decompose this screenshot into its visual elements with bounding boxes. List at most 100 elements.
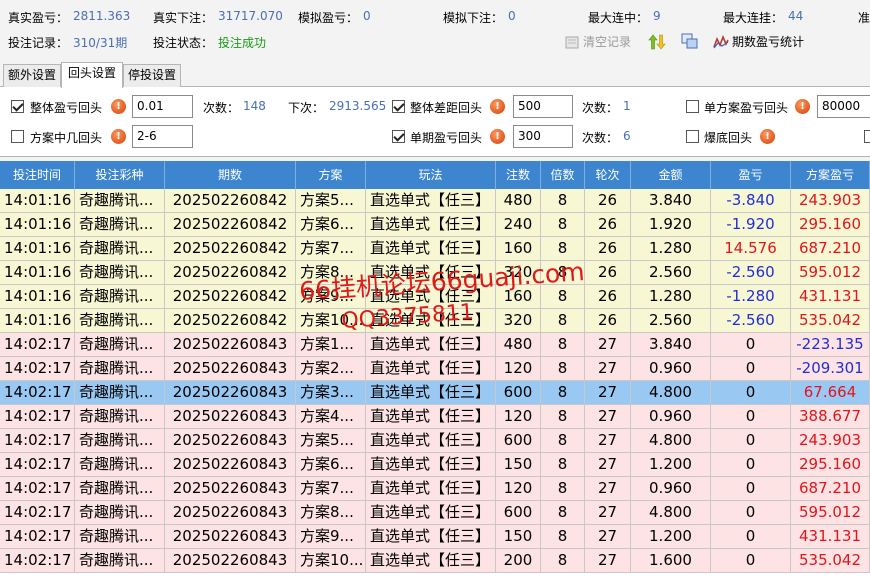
status-label: 投注状态：: [153, 36, 214, 50]
cell-lottery: 奇趣腾讯...: [75, 477, 165, 501]
table-row[interactable]: 14:02:17 奇趣腾讯... 202502260843 方案1... 直选单式【任三…: [0, 333, 870, 357]
header-play[interactable]: 玩法: [366, 161, 496, 189]
cell-profit: -1.920: [711, 213, 791, 237]
tab-extra-settings[interactable]: 额外设置: [3, 64, 61, 87]
cell-lottery: 奇趣腾讯...: [75, 333, 165, 357]
tab-turnback-settings[interactable]: 回头设置: [61, 62, 123, 88]
header-plan-profit[interactable]: 方案盈亏: [791, 161, 870, 189]
cell-play: 直选单式【任三】: [366, 261, 496, 285]
table-row[interactable]: 14:01:16 奇趣腾讯... 202502260842 方案9... 直选单式【任三…: [0, 285, 870, 309]
cell-lottery: 奇趣腾讯...: [75, 381, 165, 405]
cell-amount: 2.560: [631, 309, 711, 333]
table-row[interactable]: 14:01:16 奇趣腾讯... 202502260842 方案6... 直选单式【任三…: [0, 213, 870, 237]
cell-plan: 方案4...: [296, 405, 366, 429]
header-amount[interactable]: 金额: [631, 161, 711, 189]
cell-period: 202502260842: [165, 285, 296, 309]
sort-arrows-icon[interactable]: [648, 33, 666, 51]
single-plan-input[interactable]: 80000: [817, 95, 870, 118]
overall-profit-input[interactable]: 0.01: [132, 95, 193, 118]
cell-time: 14:02:17: [0, 453, 75, 477]
cell-multiple: 8: [541, 405, 585, 429]
cell-amount: 0.960: [631, 477, 711, 501]
cell-round: 26: [585, 213, 631, 237]
cell-plan-profit: 388.677: [791, 405, 870, 429]
extra-checkbox[interactable]: [864, 130, 870, 143]
sim-profit-value: 0: [363, 9, 371, 23]
table-row[interactable]: 14:02:17 奇趣腾讯... 202502260843 方案9... 直选单式【任三…: [0, 525, 870, 549]
overall-diff-label: 整体差距回头: [410, 101, 483, 115]
alert-icon: !: [111, 99, 126, 114]
bottom-turnback-checkbox[interactable]: [686, 130, 699, 143]
bet-records-table[interactable]: 投注时间 投注彩种 期数 方案 玩法 注数 倍数 轮次 金额 盈亏 方案盈亏 14:01:16 奇趣腾…: [0, 161, 870, 577]
cell-plan-profit: 243.903: [791, 429, 870, 453]
windows-icon[interactable]: [681, 33, 698, 50]
header-time[interactable]: 投注时间: [0, 161, 75, 189]
table-row[interactable]: 14:01:16 奇趣腾讯... 202502260842 方案7... 直选单式【任三…: [0, 237, 870, 261]
overall-profit-checkbox[interactable]: [11, 100, 24, 113]
cell-plan-profit: 687.210: [791, 477, 870, 501]
cell-multiple: 8: [541, 501, 585, 525]
header-plan[interactable]: 方案: [296, 161, 366, 189]
cell-profit: 0: [711, 333, 791, 357]
cell-multiple: 8: [541, 381, 585, 405]
cell-time: 14:02:17: [0, 381, 75, 405]
single-period-input[interactable]: 300: [513, 125, 573, 148]
cell-time: 14:01:16: [0, 309, 75, 333]
cell-multiple: 8: [541, 189, 585, 213]
cell-plan-profit: 295.160: [791, 213, 870, 237]
table-row[interactable]: 14:02:17 奇趣腾讯... 202502260843 方案4... 直选单式【任三…: [0, 405, 870, 429]
overall-diff-input[interactable]: 500: [513, 95, 573, 118]
plan-hit-checkbox[interactable]: [11, 130, 24, 143]
count2-value: 1: [623, 99, 631, 113]
cell-multiple: 8: [541, 261, 585, 285]
overall-profit-label: 整体盈亏回头: [30, 101, 103, 115]
table-row[interactable]: 14:02:17 奇趣腾讯... 202502260843 方案2... 直选单式【任三…: [0, 357, 870, 381]
cell-lottery: 奇趣腾讯...: [75, 261, 165, 285]
cell-profit: 0: [711, 549, 791, 573]
table-row[interactable]: 14:02:17 奇趣腾讯... 202502260843 方案7... 直选单式【任三…: [0, 477, 870, 501]
cell-plan-profit: 243.903: [791, 189, 870, 213]
clear-records-label: 清空记录: [583, 35, 632, 49]
plan-hit-input[interactable]: 2-6: [132, 125, 193, 148]
cell-plan-profit: 595.012: [791, 261, 870, 285]
cell-play: 直选单式【任三】: [366, 285, 496, 309]
cell-period: 202502260843: [165, 501, 296, 525]
cell-amount: 4.800: [631, 429, 711, 453]
alert-icon: !: [490, 129, 505, 144]
cell-time: 14:01:16: [0, 213, 75, 237]
header-multiple[interactable]: 倍数: [541, 161, 585, 189]
clear-records-button[interactable]: 清空记录: [564, 33, 631, 50]
table-row[interactable]: 14:02:17 奇趣腾讯... 202502260843 方案10... 直选单式【任…: [0, 549, 870, 573]
single-plan-checkbox[interactable]: [686, 100, 699, 113]
cell-multiple: 8: [541, 309, 585, 333]
period-stats-button[interactable]: 期数盈亏统计: [713, 33, 804, 50]
tab-stop-settings[interactable]: 停投设置: [123, 64, 181, 87]
cell-plan: 方案3...: [296, 381, 366, 405]
table-row[interactable]: 14:01:16 奇趣腾讯... 202502260842 方案8... 直选单式【任三…: [0, 261, 870, 285]
turnback-settings-panel: 整体盈亏回头 ! 0.01 次数： 148 下次： 2913.565 整体差距回…: [0, 87, 870, 157]
cell-plan-profit: 535.042: [791, 549, 870, 573]
overall-diff-checkbox[interactable]: [392, 100, 405, 113]
header-period[interactable]: 期数: [165, 161, 296, 189]
single-period-checkbox[interactable]: [392, 130, 405, 143]
cell-plan: 方案1...: [296, 333, 366, 357]
cell-notes: 480: [496, 333, 541, 357]
table-row[interactable]: 14:02:17 奇趣腾讯... 202502260843 方案8... 直选单式【任三…: [0, 501, 870, 525]
cell-lottery: 奇趣腾讯...: [75, 501, 165, 525]
table-row[interactable]: 14:02:17 奇趣腾讯... 202502260843 方案5... 直选单式【任三…: [0, 429, 870, 453]
table-row[interactable]: 14:01:16 奇趣腾讯... 202502260842 方案10... 直选单式【任…: [0, 309, 870, 333]
cell-notes: 150: [496, 525, 541, 549]
bottom-turnback-label: 爆底回头: [704, 131, 753, 145]
cell-period: 202502260843: [165, 525, 296, 549]
header-profit[interactable]: 盈亏: [711, 161, 791, 189]
cell-play: 直选单式【任三】: [366, 381, 496, 405]
header-lottery[interactable]: 投注彩种: [75, 161, 165, 189]
max-streak-label: 最大连中：: [588, 11, 649, 25]
header-round[interactable]: 轮次: [585, 161, 631, 189]
table-row-selected[interactable]: 14:02:17 奇趣腾讯... 202502260843 方案3... 直选单式【任三…: [0, 381, 870, 405]
table-row[interactable]: 14:01:16 奇趣腾讯... 202502260842 方案5... 直选单式【任三…: [0, 189, 870, 213]
cell-period: 202502260843: [165, 453, 296, 477]
header-notes[interactable]: 注数: [496, 161, 541, 189]
cell-multiple: 8: [541, 429, 585, 453]
table-row[interactable]: 14:02:17 奇趣腾讯... 202502260843 方案6... 直选单式【任三…: [0, 453, 870, 477]
